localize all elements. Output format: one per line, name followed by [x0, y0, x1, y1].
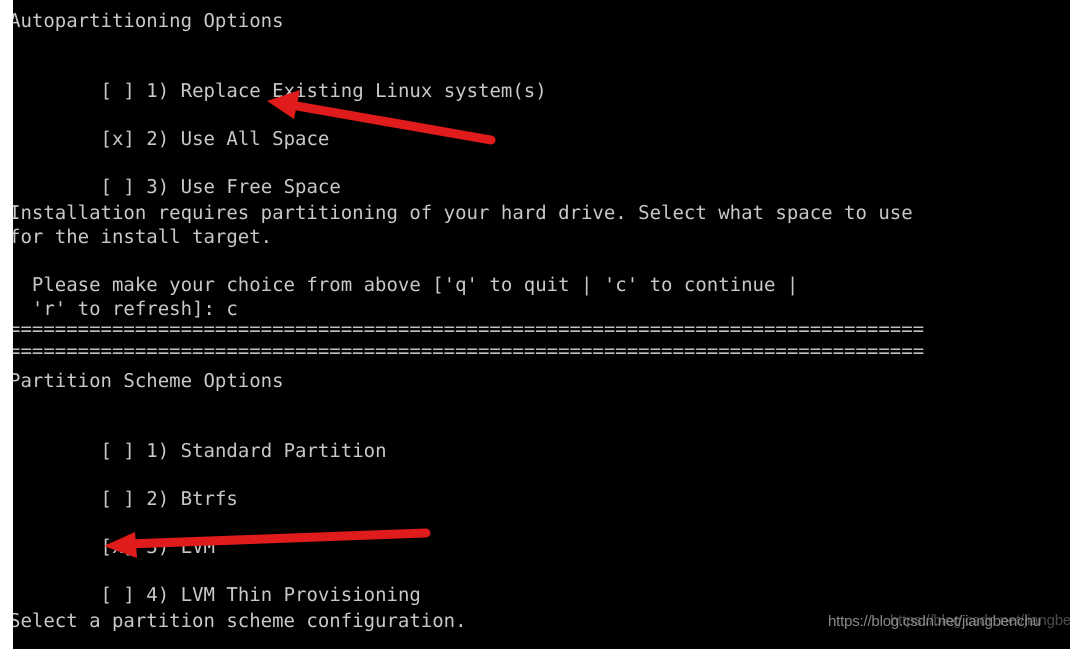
option-label: Use All Space [180, 128, 330, 150]
option-marker: [ ] [100, 440, 135, 462]
watermark: https://blog.csdn.net/jiangbenchu [828, 613, 1041, 630]
option-number: 3) [146, 536, 170, 558]
option-spacer [135, 440, 146, 462]
option-marker: [ ] [100, 488, 135, 510]
option-spacer [169, 488, 180, 510]
prompt-line-1: Please make your choice from above ['q' … [13, 274, 799, 296]
separator-line-bottom: ========================================… [13, 344, 925, 358]
separator-line-top: ========================================… [13, 322, 925, 336]
option-spacer [169, 176, 180, 198]
option-spacer [169, 536, 180, 558]
option-spacer [135, 80, 146, 102]
partition-scheme-heading: Partition Scheme Options [13, 370, 284, 392]
option-spacer [135, 536, 146, 558]
option-marker: [x] [100, 536, 135, 558]
option-label: Btrfs [180, 488, 238, 510]
option-label: LVM Thin Provisioning [180, 584, 421, 606]
option-label: Use Free Space [180, 176, 341, 198]
description-line-1: Installation requires partitioning of yo… [13, 202, 913, 224]
option-spacer [169, 128, 180, 150]
option-marker: [x] [100, 128, 135, 150]
option-number: 1) [146, 80, 170, 102]
option-number: 4) [146, 584, 170, 606]
option-spacer [135, 488, 146, 510]
option-marker: [ ] [100, 80, 135, 102]
option-label: Standard Partition [180, 440, 387, 462]
terminal-console[interactable]: Autopartitioning Options [ ] 1) Replace … [13, 0, 1070, 649]
option-number: 2) [146, 128, 170, 150]
option-number: 2) [146, 488, 170, 510]
option-spacer [135, 128, 146, 150]
option-label: LVM [180, 536, 215, 558]
prompt-line-2[interactable]: 'r' to refresh]: c [13, 298, 238, 320]
partition-scheme-footer: Select a partition scheme configuration. [13, 610, 467, 632]
option-spacer [169, 584, 180, 606]
option-marker: [ ] [100, 584, 135, 606]
option-number: 1) [146, 440, 170, 462]
option-spacer [135, 176, 146, 198]
option-number: 3) [146, 176, 170, 198]
option-spacer [169, 440, 180, 462]
autopartitioning-heading: Autopartitioning Options [13, 10, 284, 32]
screenshot-root: Autopartitioning Options [ ] 1) Replace … [0, 0, 1070, 649]
option-spacer [135, 584, 146, 606]
terminal-text-area: Autopartitioning Options [ ] 1) Replace … [13, 0, 1070, 649]
option-label: Replace Existing Linux system(s) [180, 80, 547, 102]
option-spacer [169, 80, 180, 102]
description-line-2: for the install target. [13, 226, 273, 248]
option-marker: [ ] [100, 176, 135, 198]
